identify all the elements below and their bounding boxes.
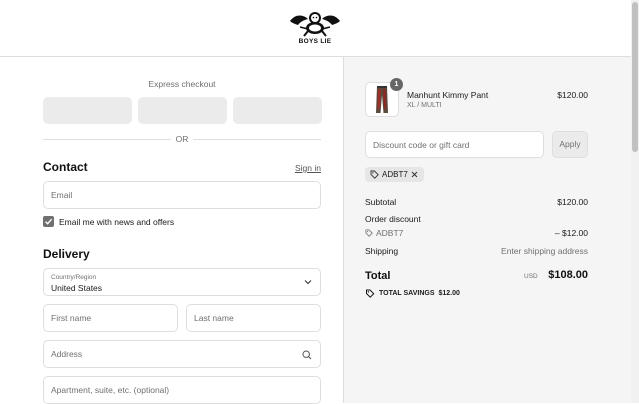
order-discount-code-label: ADBT7 xyxy=(376,228,404,238)
checkmark-icon xyxy=(45,218,53,225)
total-savings: TOTAL SAVINGS $12.00 xyxy=(365,289,460,298)
last-name-input[interactable] xyxy=(187,305,320,331)
or-divider: OR xyxy=(43,134,321,144)
discount-field[interactable] xyxy=(365,131,544,158)
checkout-form: Express checkout OR Contact Sign in Emai… xyxy=(0,57,343,404)
total-value: $108.00 xyxy=(548,269,588,281)
subtotal-label: Subtotal xyxy=(365,197,397,207)
address-input[interactable] xyxy=(44,341,320,367)
order-discount-label: Order discount xyxy=(365,214,421,224)
total-label: Total xyxy=(365,270,391,282)
shipping-label: Shipping xyxy=(365,246,399,256)
header: BOYS LIE xyxy=(0,0,631,57)
country-value: United States xyxy=(51,283,103,293)
discount-input[interactable] xyxy=(366,132,543,157)
savings-value: $12.00 xyxy=(438,290,460,297)
scrollbar-thumb[interactable] xyxy=(632,2,638,152)
country-label: Country/Region xyxy=(51,274,97,281)
savings-tag-icon xyxy=(366,289,375,298)
shipping-value: Enter shipping address xyxy=(501,246,588,256)
express-checkout-title: Express checkout xyxy=(148,79,216,89)
subtotal-value: $120.00 xyxy=(557,197,588,207)
express-pay-button-2[interactable] xyxy=(138,97,227,124)
product-variant: XL / MULTI xyxy=(407,102,442,109)
contact-heading: Contact xyxy=(43,160,88,174)
tag-icon xyxy=(370,170,379,179)
brand-logo[interactable]: BOYS LIE xyxy=(286,9,344,49)
email-field[interactable] xyxy=(43,181,321,209)
product-name: Manhunt Kimmy Pant xyxy=(407,90,489,100)
page-scrollbar[interactable] xyxy=(631,0,639,403)
first-name-input[interactable] xyxy=(44,305,177,331)
country-select[interactable]: Country/Region United States xyxy=(43,268,321,296)
apartment-field[interactable] xyxy=(43,376,321,404)
cherub-logo-icon xyxy=(290,12,340,37)
quantity-badge: 1 xyxy=(390,78,403,91)
newsletter-checkbox[interactable] xyxy=(43,216,54,227)
last-name-field[interactable] xyxy=(186,304,321,332)
shipping-row: Shipping Enter shipping address xyxy=(365,246,588,256)
product-price: $120.00 xyxy=(557,90,588,100)
divider-line-right xyxy=(193,139,321,140)
express-pay-button-3[interactable] xyxy=(233,97,322,124)
applied-code-label: ADBT7 xyxy=(382,170,408,179)
address-field[interactable] xyxy=(43,340,321,368)
subtotal-row: Subtotal $120.00 xyxy=(365,197,588,207)
tag-icon xyxy=(365,229,373,237)
order-discount-code: ADBT7 xyxy=(365,228,403,238)
total-currency: USD xyxy=(524,273,538,280)
remove-code-icon[interactable] xyxy=(411,171,418,178)
express-pay-button-1[interactable] xyxy=(43,97,132,124)
savings-label: TOTAL SAVINGS xyxy=(379,290,435,297)
order-discount-value: – $12.00 xyxy=(554,228,588,238)
order-discount-row: Order discount xyxy=(365,214,588,224)
apply-button[interactable]: Apply xyxy=(552,131,588,158)
chevron-down-icon xyxy=(304,280,312,285)
delivery-heading: Delivery xyxy=(43,247,90,261)
brand-name: BOYS LIE xyxy=(298,38,332,45)
order-summary: 1 Manhunt Kimmy Pant XL / MULTI $120.00 … xyxy=(343,57,631,403)
applied-discount-tag: ADBT7 xyxy=(365,167,424,182)
apartment-input[interactable] xyxy=(44,377,320,403)
order-discount-detail: ADBT7 – $12.00 xyxy=(365,228,588,239)
newsletter-label: Email me with news and offers xyxy=(59,217,175,227)
search-icon[interactable] xyxy=(302,350,312,360)
sign-in-link[interactable]: Sign in xyxy=(280,163,321,173)
first-name-field[interactable] xyxy=(43,304,178,332)
email-input[interactable] xyxy=(44,182,320,208)
